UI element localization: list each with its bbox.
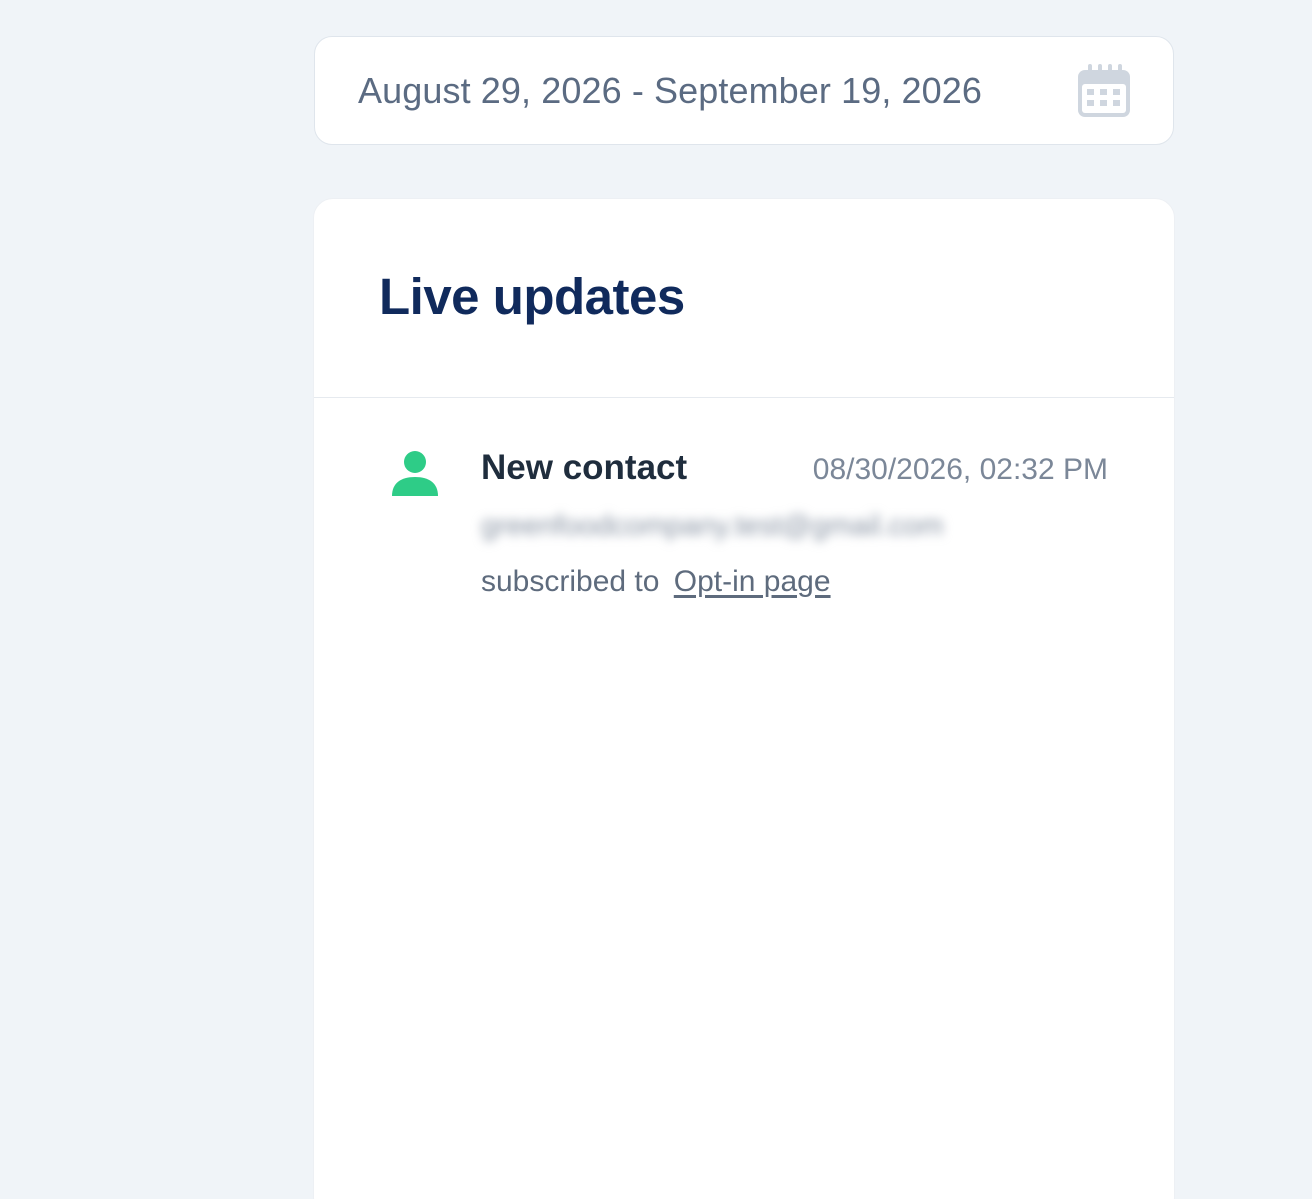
feed-item-timestamp: 08/30/2026, 02:32 PM <box>812 453 1108 486</box>
feed-item-description-prefix: subscribed to <box>481 565 660 598</box>
date-range-picker[interactable]: August 29, 2026 - September 19, 2026 <box>314 36 1174 145</box>
feed-item-email: greenfoodcompany.test@gmail.com <box>481 510 944 542</box>
opt-in-page-link[interactable]: Opt-in page <box>674 565 831 598</box>
date-range-label: August 29, 2026 - September 19, 2026 <box>358 69 983 111</box>
person-icon <box>390 450 440 496</box>
live-updates-header: Live updates <box>314 199 1174 398</box>
live-updates-card: Live updates New contact 08/30/2026, 02:… <box>313 198 1175 1199</box>
feed-item-description: subscribed to Opt-in page <box>481 565 1108 599</box>
feed-item-title: New contact <box>481 448 688 487</box>
feed-item: New contact 08/30/2026, 02:32 PM greenfo… <box>314 398 1174 599</box>
live-updates-title: Live updates <box>379 267 685 325</box>
calendar-icon[interactable] <box>1077 63 1131 118</box>
page: August 29, 2026 - September 19, 2026 Liv… <box>0 0 1312 1199</box>
feed-item-header: New contact 08/30/2026, 02:32 PM <box>481 448 1108 488</box>
